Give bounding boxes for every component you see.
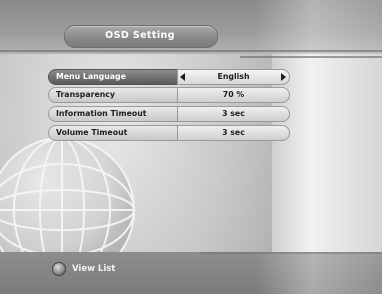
header-band-highlight: [255, 0, 382, 54]
setting-value[interactable]: 3 sec: [177, 106, 290, 122]
setting-value[interactable]: English: [177, 69, 290, 85]
chevron-left-icon[interactable]: [180, 73, 185, 81]
setting-label: Transparency: [48, 87, 178, 103]
setting-value[interactable]: 3 sec: [177, 125, 290, 141]
footer-band-highlight: [255, 252, 382, 294]
setting-row-volume-timeout[interactable]: Volume Timeout 3 sec: [48, 125, 290, 141]
globe-graphic: [0, 137, 135, 260]
setting-value[interactable]: 70 %: [177, 87, 290, 103]
setting-label: Menu Language: [48, 69, 178, 85]
footer-divider: [200, 252, 382, 254]
page-title: OSD Setting: [105, 30, 175, 41]
setting-label: Information Timeout: [48, 106, 178, 122]
help-label-view-list: View List: [72, 264, 116, 274]
remote-key-icon: [52, 262, 66, 276]
osd-setting-screen: OSD Setting Menu Language English Transp…: [0, 0, 382, 294]
setting-row-information-timeout[interactable]: Information Timeout 3 sec: [48, 106, 290, 122]
chevron-right-icon[interactable]: [281, 73, 286, 81]
setting-row-transparency[interactable]: Transparency 70 %: [48, 87, 290, 103]
setting-row-menu-language[interactable]: Menu Language English: [48, 69, 290, 85]
header-divider: [0, 50, 382, 52]
header-divider: [240, 56, 382, 58]
setting-label: Volume Timeout: [48, 125, 178, 141]
